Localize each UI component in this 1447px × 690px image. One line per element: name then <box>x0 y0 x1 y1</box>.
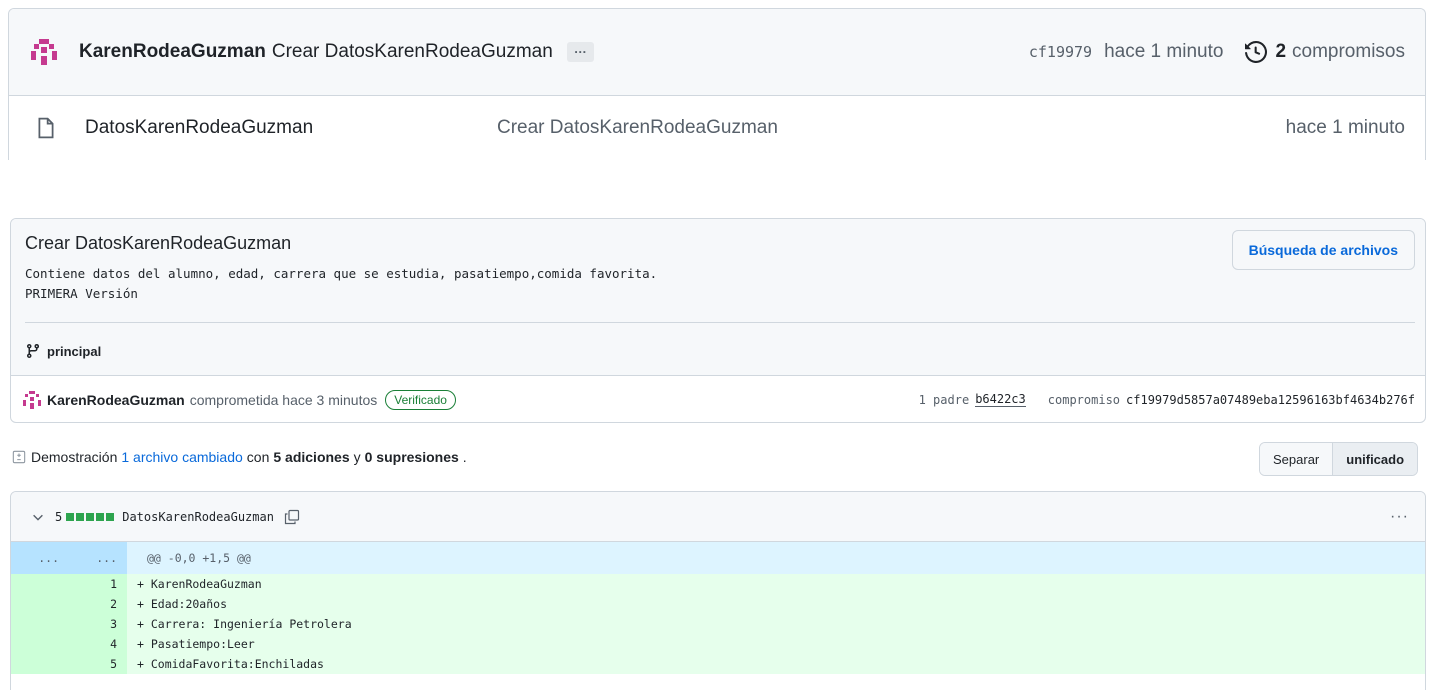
avatar[interactable] <box>31 39 57 65</box>
file-diff-icon <box>12 450 26 464</box>
diff-filename-link[interactable]: DatosKarenRodeaGuzman <box>122 510 274 524</box>
diffstat-bar <box>66 512 116 521</box>
hunk-row: ... ... @@ -0,0 +1,5 @@ <box>11 542 1425 574</box>
commit-time: hace 1 minuto <box>1104 41 1224 62</box>
file-row[interactable]: DatosKarenRodeaGuzman Crear DatosKarenRo… <box>9 96 1425 160</box>
diff-line: 3 + Carrera: Ingeniería Petrolera <box>11 614 1425 634</box>
files-changed-link[interactable]: 1 archivo cambiado <box>121 449 242 465</box>
summary-period: . <box>462 449 467 465</box>
deletions-count: 0 supresiones <box>364 449 459 465</box>
more-options-button[interactable]: ··· <box>1390 508 1409 526</box>
file-commit-message-link[interactable]: Crear DatosKarenRodeaGuzman <box>497 117 778 139</box>
old-line-number <box>11 594 69 614</box>
diff-line-code: + Pasatiempo:Leer <box>127 634 1425 654</box>
commits-count[interactable]: 2 <box>1275 41 1286 63</box>
diff-line-code: + ComidaFavorita:Enchiladas <box>127 654 1425 674</box>
diff-line-code: + KarenRodeaGuzman <box>127 574 1425 594</box>
avatar[interactable] <box>23 390 41 409</box>
diff-table: ... ... @@ -0,0 +1,5 @@ 1 + KarenRodeaGu… <box>11 542 1425 674</box>
old-line-number <box>11 574 69 594</box>
browse-files-button[interactable]: Búsqueda de archivos <box>1231 230 1415 270</box>
old-line-number <box>11 654 69 674</box>
expand-up-button[interactable]: ... <box>11 542 69 574</box>
hunk-header: @@ -0,0 +1,5 @@ <box>127 542 1425 574</box>
latest-commit-bar: KarenRodeaGuzman Crear DatosKarenRodeaGu… <box>9 9 1425 96</box>
commit-details: Crear DatosKarenRodeaGuzman Contiene dat… <box>10 218 1426 423</box>
commit-sha-info: 1 padre b6422c3 compromiso cf19979d5857a… <box>919 392 1415 407</box>
diff-line-code: + Edad:20años <box>127 594 1425 614</box>
diff-line: 4 + Pasatiempo:Leer <box>11 634 1425 654</box>
file-name-link[interactable]: DatosKarenRodeaGuzman <box>85 117 497 139</box>
commit-title: Crear DatosKarenRodeaGuzman <box>25 233 292 253</box>
copy-icon[interactable] <box>284 509 300 525</box>
summary-with: con <box>246 449 270 465</box>
commit-author-link[interactable]: KarenRodeaGuzman <box>47 392 185 408</box>
summary-and: y <box>353 449 361 465</box>
new-line-number[interactable]: 2 <box>69 594 127 614</box>
summary-prefix: Demostración <box>31 449 118 465</box>
additions-count: 5 adiciones <box>273 449 350 465</box>
new-line-number[interactable]: 1 <box>69 574 127 594</box>
commit-action-text: comprometida hace 3 minutos <box>189 391 378 408</box>
branch-info: principal <box>25 343 101 359</box>
expand-message-button[interactable]: … <box>566 42 594 62</box>
divider <box>25 322 1415 323</box>
repo-file-listing: KarenRodeaGuzman Crear DatosKarenRodeaGu… <box>8 8 1426 160</box>
split-view-button[interactable]: Separar <box>1260 443 1334 475</box>
unified-view-button[interactable]: unificado <box>1333 443 1418 475</box>
new-line-number[interactable]: 3 <box>69 614 127 634</box>
file-icon <box>38 117 54 139</box>
diff-line: 2 + Edad:20años <box>11 594 1425 614</box>
commit-sha-link[interactable]: cf19979 <box>1029 43 1092 61</box>
diff-summary: Demostración 1 archivo cambiado con 5 ad… <box>12 449 467 465</box>
new-line-number[interactable]: 5 <box>69 654 127 674</box>
history-icon[interactable] <box>1245 41 1268 63</box>
parent-label: 1 padre <box>918 392 970 407</box>
parent-sha-link[interactable]: b6422c3 <box>975 392 1026 407</box>
diff-line: 5 + ComidaFavorita:Enchiladas <box>11 654 1425 674</box>
full-commit-sha: cf19979d5857a07489eba12596163bf4634b276f <box>1126 392 1415 407</box>
commit-label: compromiso <box>1047 392 1121 407</box>
commit-author-link[interactable]: KarenRodeaGuzman <box>79 41 266 63</box>
commit-meta: KarenRodeaGuzman comprometida hace 3 min… <box>11 375 1425 422</box>
commit-description: Contiene datos del alumno, edad, carrera… <box>25 266 658 301</box>
diff-line-count: 5 <box>55 509 63 524</box>
file-commit-time: hace 1 minuto <box>1285 117 1405 138</box>
git-branch-icon <box>26 344 39 359</box>
old-line-number <box>11 634 69 654</box>
expand-down-button[interactable]: ... <box>69 542 127 574</box>
diff-view-toggle: Separar unificado <box>1259 442 1419 476</box>
diff-line: 1 + KarenRodeaGuzman <box>11 574 1425 594</box>
verified-badge[interactable]: Verificado <box>385 389 456 410</box>
chevron-down-icon[interactable] <box>31 510 45 524</box>
diff-file: 5 DatosKarenRodeaGuzman ··· ... ... @@ -… <box>10 491 1426 690</box>
new-line-number[interactable]: 4 <box>69 634 127 654</box>
diff-line-code: + Carrera: Ingeniería Petrolera <box>127 614 1425 634</box>
branch-link[interactable]: principal <box>47 344 101 359</box>
old-line-number <box>11 614 69 634</box>
diff-file-header: 5 DatosKarenRodeaGuzman ··· <box>11 492 1425 542</box>
commit-info: cf19979 hace 1 minuto 2 compromisos <box>1029 41 1405 63</box>
commits-label[interactable]: compromisos <box>1292 41 1405 63</box>
commit-message-link[interactable]: Crear DatosKarenRodeaGuzman <box>272 41 553 63</box>
commit-header: Crear DatosKarenRodeaGuzman Contiene dat… <box>11 219 1425 375</box>
